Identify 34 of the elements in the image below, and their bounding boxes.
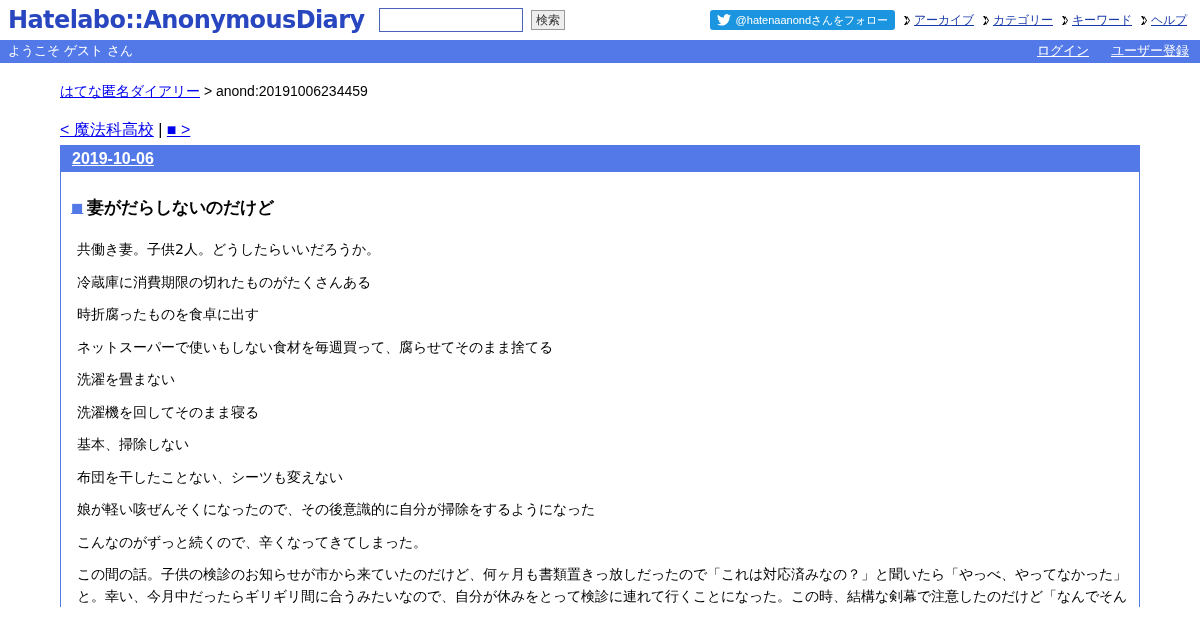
entry-paragraph: 娘が軽い咳ぜんそくになったので、その後意識的に自分が掃除をするようになった	[77, 500, 596, 519]
prev-entry-link[interactable]: < 魔法科高校	[60, 121, 154, 138]
entry-title: 妻がだらしないのだけど	[87, 196, 275, 219]
entry-paragraph: 冷蔵庫に消費期限の切れたものがたくさんある	[77, 272, 372, 292]
entry-paragraph: ネットスーパーで使いもしない食材を毎週買って、腐らせてそのまま捨てる	[77, 337, 554, 357]
arrow-icon	[1062, 15, 1069, 25]
nav-link[interactable]: アーカイブ	[914, 12, 974, 28]
next-entry-link[interactable]: ■ >	[166, 121, 191, 138]
account-link[interactable]: ユーザー登録	[1111, 43, 1189, 60]
breadcrumb-link[interactable]: はてな匿名ダイアリー	[60, 83, 200, 99]
nav-link[interactable]: ヘルプ	[1151, 12, 1187, 28]
entry-paragraph: 布団を干したことない、シーツも変えない	[77, 467, 344, 487]
arrow-icon	[904, 15, 911, 25]
entry-paragraph: 時折腐ったものを食卓に出す	[77, 305, 260, 324]
bird-icon	[716, 14, 731, 26]
entry-paragraph: こんなのがずっと続くので、辛くなってきてしまった。	[77, 532, 428, 552]
account-link[interactable]: ログイン	[1037, 43, 1089, 60]
entry-paragraph: 洗濯を畳まない	[77, 370, 176, 389]
entry-paragraph: この間の話。子供の検診のお知らせが市から来ていたのだけど、何ヶ月も書類置きっ放しだったので「これは対応済みなの？」と聞いたら「やっべ、やってなかった」と。幸い、今月中だったらギリギリ間に合うみたいなので、自分が休みをとって検診に連れて行くことになった。この時、結構な剣幕で注意したのだけど「なんでそん	[77, 565, 1128, 606]
nav-link[interactable]: カテゴリー	[993, 12, 1053, 28]
site-logo[interactable]: Hatelabo::AnonymousDiary	[8, 6, 365, 34]
pager-separator: |	[158, 121, 163, 138]
arrow-icon	[1141, 15, 1148, 25]
entry-paragraph: 基本、掃除しない	[77, 435, 190, 454]
entry-permalink[interactable]: ■	[71, 200, 84, 215]
search-field[interactable]	[378, 8, 523, 32]
date-link[interactable]: 2019-10-06	[72, 150, 154, 168]
entry-paragraph: 共働き妻。子供2人。どうしたらいいだろうか。	[77, 240, 381, 259]
arrow-icon	[983, 15, 990, 25]
breadcrumb-current: > anond:20191006234459	[203, 83, 368, 99]
nav-link[interactable]: キーワード	[1072, 12, 1132, 28]
entry-paragraph: 洗濯機を回してそのまま寝る	[77, 402, 260, 422]
welcome-text: ようこそ ゲスト さん	[8, 43, 133, 60]
search-button[interactable]: 検索	[530, 10, 565, 30]
